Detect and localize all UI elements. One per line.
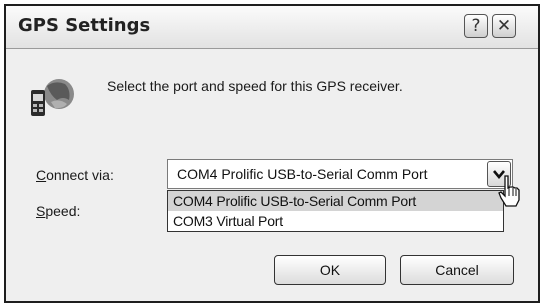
instruction-text: Select the port and speed for this GPS r… [107, 78, 403, 94]
port-dropdown-list[interactable]: COM4 Prolific USB-to-Serial Comm Port CO… [167, 190, 504, 232]
dropdown-option-com3[interactable]: COM3 Virtual Port [168, 211, 503, 231]
connect-via-value: COM4 Prolific USB-to-Serial Comm Port [177, 166, 428, 182]
connect-via-label: Connect via: [36, 167, 114, 183]
title-bar: GPS Settings ? ✕ [6, 6, 538, 49]
dropdown-option-com4[interactable]: COM4 Prolific USB-to-Serial Comm Port [168, 191, 503, 211]
close-icon: ✕ [496, 16, 512, 36]
ok-button[interactable]: OK [274, 255, 386, 285]
dialog-title: GPS Settings [18, 15, 151, 36]
gps-receiver-icon [31, 79, 74, 116]
mouse-pointer-icon [498, 175, 520, 207]
cancel-button[interactable]: Cancel [400, 255, 514, 285]
close-button[interactable]: ✕ [492, 14, 516, 38]
help-icon: ? [471, 16, 481, 36]
connect-via-combobox[interactable]: COM4 Prolific USB-to-Serial Comm Port [167, 159, 513, 189]
speed-label: Speed: [36, 203, 81, 219]
help-button[interactable]: ? [464, 14, 488, 38]
gps-settings-dialog: GPS Settings ? ✕ Select the port and spe… [4, 4, 540, 303]
